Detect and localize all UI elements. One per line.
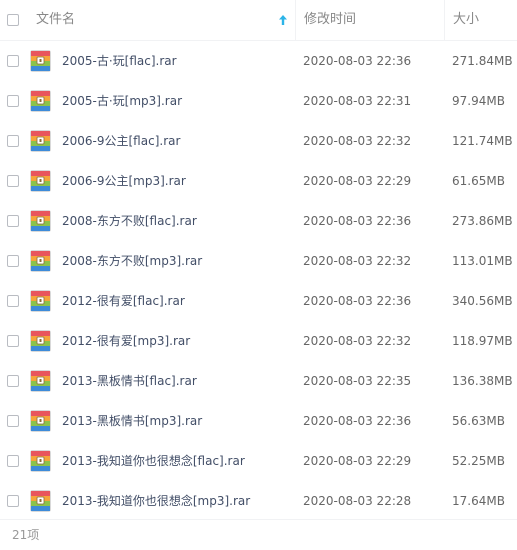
file-name[interactable]: 2013-黑板情书[flac].rar [62, 361, 197, 401]
file-row[interactable]: 2013-黑板情书[mp3].rar 2020-08-03 22:36 56.63M… [0, 401, 517, 441]
file-modified-time: 2020-08-03 22:29 [303, 454, 412, 468]
column-header-time-label: 修改时间 [304, 12, 357, 27]
file-name[interactable]: 2008-东方不败[mp3].rar [62, 241, 202, 281]
file-modified-time: 2020-08-03 22:36 [303, 414, 412, 428]
row-checkbox[interactable] [7, 495, 19, 507]
archive-rar-icon[interactable] [30, 50, 51, 72]
archive-rar-icon[interactable] [30, 170, 51, 192]
archive-rar-icon[interactable] [30, 450, 51, 472]
file-name[interactable]: 2012-很有爱[mp3].rar [62, 321, 190, 361]
row-checkbox[interactable] [7, 255, 19, 267]
file-list-header: 文件名 修改时间 大小 [0, 0, 517, 41]
file-size: 340.56MB [452, 294, 513, 308]
row-checkbox[interactable] [7, 55, 19, 67]
file-row[interactable]: 2006-9公主[flac].rar 2020-08-03 22:32 121.74… [0, 121, 517, 161]
file-name[interactable]: 2013-我知道你也很想念[mp3].rar [62, 481, 250, 521]
archive-rar-icon[interactable] [30, 290, 51, 312]
file-modified-time: 2020-08-03 22:28 [303, 494, 412, 508]
file-row[interactable]: 2012-很有爱[mp3].rar 2020-08-03 22:32 118.97M… [0, 321, 517, 361]
column-header-name[interactable]: 文件名 [36, 0, 294, 40]
file-modified-time: 2020-08-03 22:32 [303, 334, 412, 348]
file-name[interactable]: 2006-9公主[mp3].rar [62, 161, 186, 201]
file-modified-time: 2020-08-03 22:36 [303, 54, 412, 68]
file-modified-time: 2020-08-03 22:32 [303, 134, 412, 148]
file-size: 61.65MB [452, 174, 505, 188]
file-row[interactable]: 2005-古·玩[mp3].rar 2020-08-03 22:31 97.94MB [0, 81, 517, 121]
row-checkbox[interactable] [7, 215, 19, 227]
column-header-name-label: 文件名 [36, 12, 76, 27]
file-row[interactable]: 2013-我知道你也很想念[mp3].rar 2020-08-03 22:28 17… [0, 481, 517, 521]
file-size: 273.86MB [452, 214, 513, 228]
file-size: 271.84MB [452, 54, 513, 68]
file-size: 118.97MB [452, 334, 513, 348]
file-size: 56.63MB [452, 414, 505, 428]
file-row[interactable]: 2013-我知道你也很想念[flac].rar 2020-08-03 22:29 5… [0, 441, 517, 481]
archive-rar-icon[interactable] [30, 490, 51, 512]
file-modified-time: 2020-08-03 22:35 [303, 374, 412, 388]
archive-rar-icon[interactable] [30, 370, 51, 392]
column-header-size-label: 大小 [453, 12, 480, 27]
sort-ascending-icon[interactable] [278, 14, 288, 26]
file-row[interactable]: 2008-东方不败[mp3].rar 2020-08-03 22:32 113.01… [0, 241, 517, 281]
file-rows: 2005-古·玩[flac].rar 2020-08-03 22:36 271.84… [0, 41, 517, 521]
row-checkbox[interactable] [7, 135, 19, 147]
file-size: 52.25MB [452, 454, 505, 468]
file-size: 136.38MB [452, 374, 513, 388]
row-checkbox[interactable] [7, 295, 19, 307]
file-name[interactable]: 2008-东方不败[flac].rar [62, 201, 197, 241]
file-modified-time: 2020-08-03 22:31 [303, 94, 412, 108]
column-header-modified-time[interactable]: 修改时间 [295, 0, 444, 40]
archive-rar-icon[interactable] [30, 250, 51, 272]
file-name[interactable]: 2005-古·玩[flac].rar [62, 41, 177, 81]
file-row[interactable]: 2005-古·玩[flac].rar 2020-08-03 22:36 271.84… [0, 41, 517, 81]
archive-rar-icon[interactable] [30, 410, 51, 432]
file-size: 17.64MB [452, 494, 505, 508]
select-all-checkbox[interactable] [7, 14, 19, 26]
file-modified-time: 2020-08-03 22:36 [303, 294, 412, 308]
file-list: 文件名 修改时间 大小 2005-古·玩[flac].rar 2020-08-03… [0, 0, 517, 521]
archive-rar-icon[interactable] [30, 90, 51, 112]
file-name[interactable]: 2012-很有爱[flac].rar [62, 281, 185, 321]
column-header-size[interactable]: 大小 [444, 0, 517, 40]
item-count: 21项 [12, 528, 40, 542]
row-checkbox[interactable] [7, 375, 19, 387]
file-size: 97.94MB [452, 94, 505, 108]
file-size: 121.74MB [452, 134, 513, 148]
status-footer: 21项 [0, 519, 517, 546]
file-modified-time: 2020-08-03 22:36 [303, 214, 412, 228]
file-modified-time: 2020-08-03 22:29 [303, 174, 412, 188]
file-name[interactable]: 2005-古·玩[mp3].rar [62, 81, 182, 121]
file-modified-time: 2020-08-03 22:32 [303, 254, 412, 268]
row-checkbox[interactable] [7, 95, 19, 107]
file-name[interactable]: 2013-我知道你也很想念[flac].rar [62, 441, 245, 481]
file-row[interactable]: 2012-很有爱[flac].rar 2020-08-03 22:36 340.56… [0, 281, 517, 321]
row-checkbox[interactable] [7, 415, 19, 427]
file-name[interactable]: 2013-黑板情书[mp3].rar [62, 401, 202, 441]
row-checkbox[interactable] [7, 335, 19, 347]
file-name[interactable]: 2006-9公主[flac].rar [62, 121, 180, 161]
row-checkbox[interactable] [7, 175, 19, 187]
file-size: 113.01MB [452, 254, 513, 268]
archive-rar-icon[interactable] [30, 330, 51, 352]
archive-rar-icon[interactable] [30, 130, 51, 152]
archive-rar-icon[interactable] [30, 210, 51, 232]
file-row[interactable]: 2008-东方不败[flac].rar 2020-08-03 22:36 273.8… [0, 201, 517, 241]
row-checkbox[interactable] [7, 455, 19, 467]
file-row[interactable]: 2006-9公主[mp3].rar 2020-08-03 22:29 61.65MB [0, 161, 517, 201]
file-row[interactable]: 2013-黑板情书[flac].rar 2020-08-03 22:35 136.3… [0, 361, 517, 401]
